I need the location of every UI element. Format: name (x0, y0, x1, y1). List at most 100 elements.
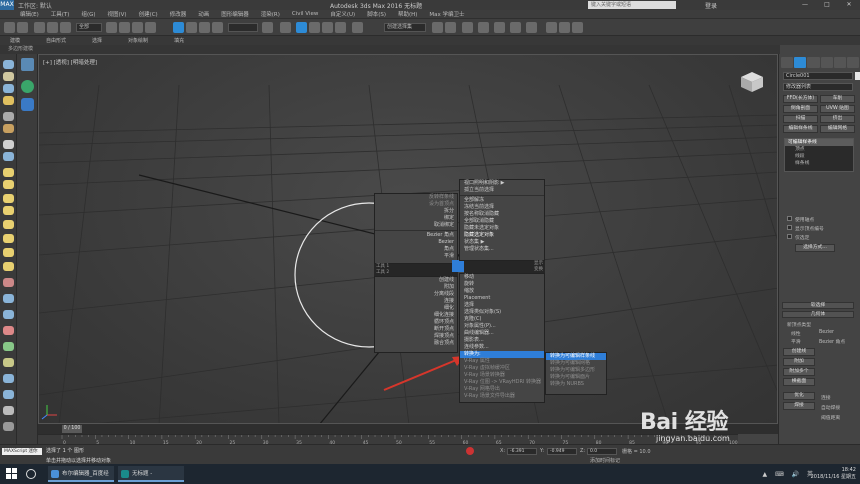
camera-icon[interactable] (3, 112, 14, 121)
rendered-frame-window-icon[interactable] (559, 22, 570, 33)
attach-button[interactable]: 附加 (783, 358, 815, 366)
quad-item[interactable]: 断开顶点 (375, 326, 457, 333)
quad-item[interactable]: 旋转 (460, 281, 544, 288)
y-coordinate-field[interactable]: -0.949 (547, 448, 577, 455)
quad-item[interactable]: 孤立当前选择 (460, 187, 544, 194)
utilities-tab-icon[interactable] (846, 57, 860, 68)
material-editor-icon[interactable] (526, 22, 537, 33)
x-coordinate-field[interactable]: -6.391 (507, 448, 537, 455)
attach-multiple-button[interactable]: 附加多个 (783, 368, 815, 376)
quad-item[interactable]: 反转样条线 (375, 194, 457, 201)
perspective-viewport[interactable]: [+] [透视] [明暗处理] 反转样条线 设为首顶点 拆分 绑定 取消绑定 B… (38, 54, 778, 424)
quad-item[interactable]: 连接 (375, 298, 457, 305)
quad-item[interactable]: V-Ray 属性 (460, 358, 544, 365)
tube-icon[interactable] (3, 248, 14, 257)
bone-icon[interactable] (3, 390, 14, 399)
render-icon[interactable] (3, 406, 14, 415)
percent-snap-icon[interactable] (322, 22, 333, 33)
redo-icon[interactable] (17, 22, 28, 33)
menu-scripting[interactable]: 脚本(S) (367, 10, 386, 18)
add-time-tag[interactable]: 添加时间标记 (590, 457, 620, 464)
create-object-icon[interactable] (3, 60, 14, 69)
quad-item[interactable]: V-Ray 虚拟帧缓冲区 (460, 365, 544, 372)
quad-item[interactable]: 全部取消隐藏 (460, 218, 544, 225)
stack-item-editable-spline[interactable]: 可编辑样条线 (785, 139, 853, 146)
object-name-field[interactable]: Circle001 (783, 72, 853, 80)
taskbar-search-icon[interactable] (26, 469, 36, 479)
render-production-icon[interactable] (572, 22, 583, 33)
motion-tab-icon[interactable] (820, 57, 833, 68)
quad-item[interactable]: 移动 (460, 274, 544, 281)
particle-icon[interactable] (3, 278, 14, 287)
quad-item[interactable]: 循环顶点 (375, 319, 457, 326)
time-slider[interactable]: 0 / 100 (62, 425, 82, 433)
motion-icon[interactable] (3, 326, 14, 335)
spacewarp-icon[interactable] (3, 140, 14, 149)
quad-item[interactable]: 细化连接 (375, 312, 457, 319)
quad-item[interactable]: 选择类似对象(S) (460, 309, 544, 316)
linear-radio[interactable]: 线性 (791, 330, 801, 337)
system-tray-icons[interactable]: ▲ ⌨ 🔊 英 (763, 469, 816, 478)
teapot-icon[interactable] (3, 206, 14, 215)
modifier-icon[interactable] (3, 294, 14, 303)
key-icon[interactable] (466, 447, 474, 455)
stack-item-segment[interactable]: 线段 (785, 153, 853, 160)
reference-coordinate-dropdown[interactable] (228, 23, 258, 32)
bezier-radio[interactable]: Bezier (819, 330, 834, 335)
minimize-button[interactable]: — (794, 0, 816, 10)
sweep-button[interactable]: 扫描 (783, 115, 818, 123)
quad-item[interactable]: 克隆(C) (460, 316, 544, 323)
select-by-button[interactable]: 选择方式... (795, 244, 835, 252)
quad-item[interactable]: 细化 (375, 305, 457, 312)
app-icon[interactable]: MAX (0, 0, 14, 10)
select-and-move-icon[interactable] (173, 22, 184, 33)
quad-item[interactable]: 附加 (375, 284, 457, 291)
select-by-name-icon[interactable] (119, 22, 130, 33)
shield-icon[interactable] (21, 98, 34, 111)
quad-item[interactable]: 焊接顶点 (375, 333, 457, 340)
quad-item[interactable]: 隐藏未选定对象 (460, 225, 544, 232)
menu-edit[interactable]: 编辑(E) (20, 10, 39, 18)
ribbon-tab-selection[interactable]: 选择 (92, 37, 102, 44)
menu-tools[interactable]: 工具(T) (51, 10, 70, 18)
quad-item[interactable]: 绑定 (375, 215, 457, 222)
snaps-toggle-icon[interactable] (296, 22, 307, 33)
quad-item[interactable]: 状态集 ▶ (460, 239, 544, 246)
quad-item[interactable]: 冻结当前选择 (460, 204, 544, 211)
display-icon[interactable] (3, 342, 14, 351)
select-and-rotate-icon[interactable] (186, 22, 197, 33)
ffd-box-button[interactable]: FFD(长方体) (783, 95, 818, 103)
cone-icon[interactable] (3, 220, 14, 229)
smooth-radio[interactable]: 平滑 (791, 338, 801, 345)
menu-max-plugin[interactable]: Max 学编卫士 (429, 10, 464, 18)
menu-rendering[interactable]: 渲染(R) (261, 10, 280, 18)
quad-item[interactable]: 选择 (460, 302, 544, 309)
hierarchy-icon[interactable] (3, 310, 14, 319)
quad-item[interactable]: 摄影表... (460, 337, 544, 344)
menu-modifiers[interactable]: 修改器 (170, 10, 187, 18)
quad-item[interactable]: 视口照明和阴影 ▶ (460, 180, 544, 187)
edit-spline-button[interactable]: 编辑样条线 (783, 125, 818, 133)
bind-space-warp-icon[interactable] (60, 22, 71, 33)
menu-group[interactable]: 组(G) (81, 10, 95, 18)
selection-filter-dropdown[interactable]: 全部 (76, 23, 102, 32)
quad-item[interactable]: 融合顶点 (375, 340, 457, 347)
track-bar[interactable]: 0 5 10 15 20 25 30 35 40 45 50 55 60 65 70 75 80 85 90 95 10… (38, 434, 738, 446)
soft-selection-rollout[interactable]: 软选择 (782, 302, 854, 309)
quad-item[interactable]: 取消绑定 (375, 222, 457, 229)
quad-item[interactable]: 按名称取消隐藏 (460, 211, 544, 218)
menu-animation[interactable]: 动画 (198, 10, 209, 18)
bezier-corner-radio[interactable]: Bezier 角点 (819, 338, 845, 345)
convert-to-editable-poly[interactable]: 转换为可编辑多边形 (546, 367, 606, 374)
ribbon-tab-freeform[interactable]: 自由形式 (46, 37, 66, 44)
menu-graph-editors[interactable]: 图形编辑器 (221, 10, 249, 18)
shape-icon[interactable] (3, 84, 14, 93)
ribbon-tab-object-paint[interactable]: 对象绘制 (128, 37, 148, 44)
maximize-button[interactable]: □ (816, 0, 838, 10)
system-icon[interactable] (3, 152, 14, 161)
quad-item[interactable]: 管理状态集... (460, 246, 544, 253)
stack-item-vertex[interactable]: 顶点 (785, 146, 853, 153)
quad-item[interactable]: 全部解冻 (460, 197, 544, 204)
quad-item[interactable]: 创建线 (375, 277, 457, 284)
schematic-view-icon[interactable] (510, 22, 521, 33)
